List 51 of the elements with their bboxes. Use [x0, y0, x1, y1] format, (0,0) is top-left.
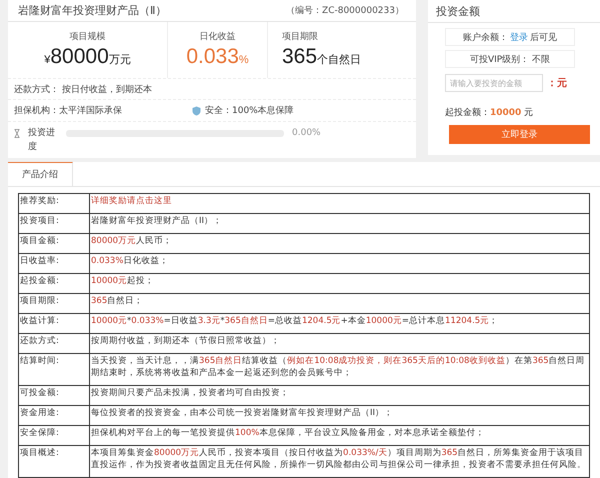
row-label: 安全保障:	[18, 426, 90, 446]
balance-suffix: 后可见	[530, 32, 557, 44]
row-label: 投资项目:	[18, 214, 90, 234]
row-label: 起投金额:	[18, 274, 90, 294]
stat-label: 项目规模	[70, 30, 106, 44]
row-label: 资金用途:	[18, 406, 90, 426]
login-button[interactable]: 立即登录	[449, 125, 590, 144]
shield-icon	[192, 106, 201, 116]
row-label: 可投金额:	[18, 386, 90, 406]
guarantor-text: 担保机构：太平洋国际承保	[14, 104, 122, 118]
row-value: 10000元起投；	[90, 274, 590, 294]
vip-level: 可投VIP级别： 不限	[445, 50, 575, 68]
repayment-text: 还款方式： 按日付收益，到期还本	[14, 84, 152, 96]
row-value: 365自然日；	[90, 294, 590, 314]
row-value: 担保机构对平台上的每一笔投资提供100%本息保障，平台设立风险备用金，对本息承诺全额垫付；	[90, 426, 590, 446]
row-label: 结算时间:	[18, 354, 90, 386]
minimum-amount: 起投金额：10000 元	[445, 106, 534, 119]
product-title: 岩隆财富年投资理财产品（Ⅱ）	[18, 2, 166, 18]
product-code: （编号：ZC-8000000233）	[286, 4, 404, 17]
row-value: 投资期间只要产品未投满，投资者均可自由投资；	[90, 386, 590, 406]
stat-label: 日化收益	[200, 30, 236, 44]
row-value: 详细奖励请点击这里	[90, 194, 590, 214]
row-value: 按周期付收益，到期还本（节假日照常收益）；	[90, 334, 590, 354]
stat-value: 365个自然日	[282, 45, 362, 70]
tab[interactable]: 产品介绍	[8, 162, 73, 186]
amount-unit: ：元	[547, 77, 567, 90]
hourglass-icon	[14, 129, 20, 138]
row-value: 0.033%日化收益；	[90, 254, 590, 274]
panel-title: 投资金额	[428, 0, 600, 23]
row-label: 推荐奖励:	[18, 194, 90, 214]
row-label: 项目期限:	[18, 294, 90, 314]
safety-text: 安全：100%本息保障	[205, 104, 294, 118]
progress-reading: 0.00%	[292, 128, 321, 138]
progress-label: 投资进度	[28, 126, 56, 154]
amount-input[interactable]: 请输入要投资的金额	[445, 74, 543, 92]
stat-value: 0.033%	[186, 45, 249, 70]
stat-label: 项目期限	[282, 30, 318, 44]
row-label: 项目金额:	[18, 234, 90, 254]
stat-value: ¥80000万元	[44, 45, 131, 70]
row-label: 日收益率:	[18, 254, 90, 274]
balance-label: 账户余额：	[463, 32, 508, 44]
row-label: 收益计算:	[18, 314, 90, 334]
row-value: 当天投资，当天计息，，满365自然日 结算收益（例如在10:08成功投资，则在365天后的10:08收到收益）在第365自然日周期结束时，系统将将收益和产品本金一起返还到您的会员账号中；	[90, 354, 590, 386]
row-label: 项目概述:	[18, 446, 90, 478]
row-value: 岩隆财富年投资理财产品（II）；	[90, 214, 590, 234]
row-value: 每位投资者的投资资金，由本公司统一投资岩隆财富年投资理财产品（II）；	[90, 406, 590, 426]
row-value: 10000元*0.033%=日收益3.3元*365自然日=总收益1204.5元+本金10000元=总计本息11204.5元；	[90, 314, 590, 334]
row-value: 80000万元人民币；	[90, 234, 590, 254]
row-label: 还款方式:	[18, 334, 90, 354]
row-value: 本项目筹集资金80000万元人民币，投资本项目（按日付收益为0.033%/天）项目周期为365自然日，所筹集资金用于该项目直投运作，作为投资者收益固定且无任何风险，所操作一切风险都由公司与担保公司一律承担，投资者不需要承担任何风险。	[90, 446, 590, 478]
login-link[interactable]: 登录	[510, 30, 528, 44]
